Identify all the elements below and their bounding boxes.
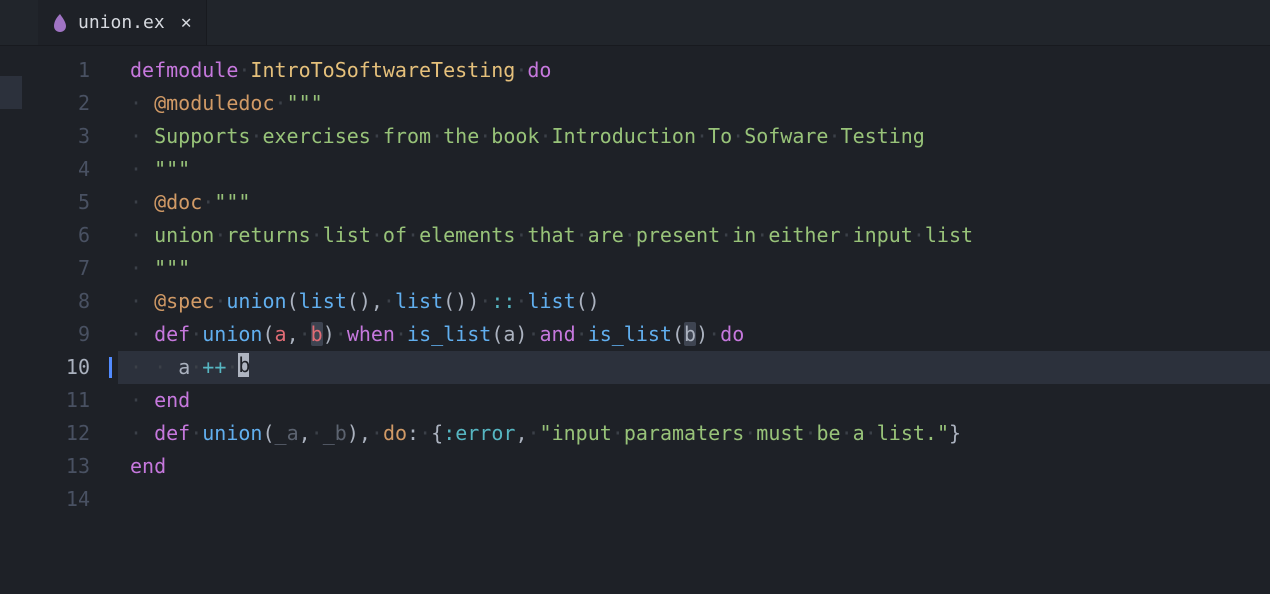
code-line[interactable]: defmodule·IntroToSoftwareTesting·do [118,54,1270,87]
code-line[interactable]: · """ [118,153,1270,186]
line-gutter: 1234567891011121314 [22,46,118,594]
line-number: 2 [22,87,118,120]
line-number: 14 [22,483,118,516]
line-number: 5 [22,186,118,219]
line-number: 13 [22,450,118,483]
sidebar-mark [0,76,22,109]
code-line[interactable]: · """ [118,252,1270,285]
line-number: 9 [22,318,118,351]
line-number: 12 [22,417,118,450]
code-line[interactable]: · · a·++·b [118,351,1270,384]
line-number: 11 [22,384,118,417]
code-line[interactable]: · def·union(a,·b)·when·is_list(a)·and·is… [118,318,1270,351]
elixir-icon [52,15,68,31]
line-number: 6 [22,219,118,252]
line-number: 7 [22,252,118,285]
code-line[interactable]: · union·returns·list·of·elements·that·ar… [118,219,1270,252]
code-line[interactable]: · @doc·""" [118,186,1270,219]
code-line[interactable]: · end [118,384,1270,417]
tab-bar: union.ex ✕ [0,0,1270,46]
sidebar-strip [0,46,22,594]
close-icon[interactable]: ✕ [181,12,192,33]
tab-union-ex[interactable]: union.ex ✕ [38,0,207,45]
editor: 1234567891011121314 defmodule·IntroToSof… [0,46,1270,594]
line-number: 8 [22,285,118,318]
code-area[interactable]: defmodule·IntroToSoftwareTesting·do· @mo… [118,46,1270,594]
line-number: 3 [22,120,118,153]
code-line[interactable]: · Supports·exercises·from·the·book·Intro… [118,120,1270,153]
line-number: 4 [22,153,118,186]
code-line[interactable]: · @moduledoc·""" [118,87,1270,120]
tab-filename: union.ex [78,12,165,33]
code-line[interactable] [118,483,1270,516]
code-line[interactable]: end [118,450,1270,483]
line-number: 10 [22,351,118,384]
code-line[interactable]: · def·union(_a,·_b),·do:·{:error,·"input… [118,417,1270,450]
line-number: 1 [22,54,118,87]
code-line[interactable]: · @spec·union(list(),·list())·::·list() [118,285,1270,318]
